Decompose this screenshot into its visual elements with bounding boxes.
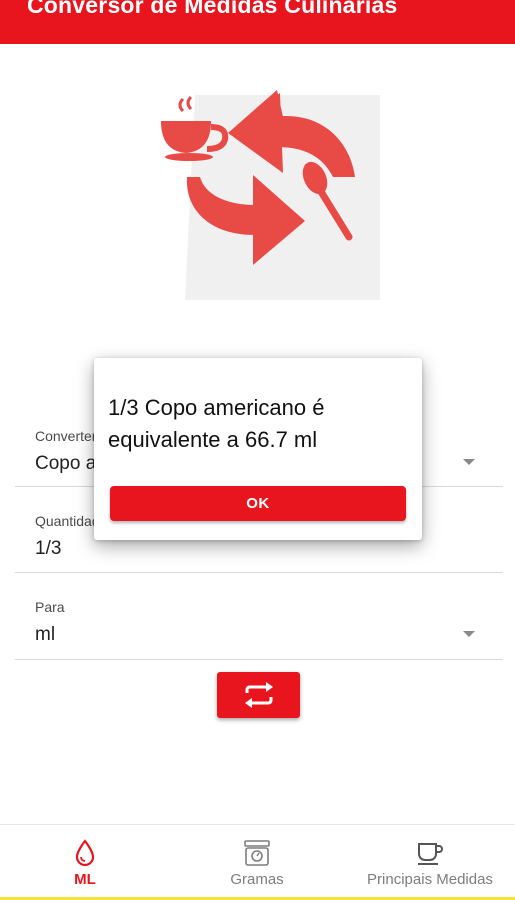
dropdown-arrow-icon[interactable] — [463, 631, 475, 637]
ok-button[interactable]: OK — [110, 486, 406, 521]
swap-icon — [244, 682, 273, 708]
convert-from-value: Copo a — [35, 453, 97, 474]
scale-icon — [242, 838, 272, 868]
dialog-message: 1/3 Copo americano é equivalente a 66.7 … — [108, 395, 325, 452]
nav-label-principais-medidas: Principais Medidas — [367, 871, 493, 888]
bottom-navigation: ML Gramas Principais Medidas — [0, 824, 515, 897]
app-logo — [161, 90, 380, 300]
convert-from-label: Converter — [35, 428, 97, 444]
result-dialog: 1/3 Copo americano é equivalente a 66.7 … — [94, 358, 422, 540]
nav-label-gramas: Gramas — [230, 871, 284, 888]
swap-button[interactable] — [217, 672, 300, 718]
nav-item-gramas[interactable]: Gramas — [212, 825, 302, 895]
cup-icon — [416, 838, 444, 868]
app-bar: Conversor de Medidas Culinárias — [0, 0, 515, 44]
nav-label-ml: ML — [74, 871, 96, 888]
nav-item-principais-medidas[interactable]: Principais Medidas — [355, 825, 505, 895]
drop-icon — [74, 838, 96, 868]
dropdown-arrow-icon[interactable] — [463, 459, 475, 465]
convert-to-select[interactable]: Para ml — [15, 574, 503, 660]
app-screen: Conversor de Medidas Culinárias Converte… — [0, 0, 515, 900]
convert-to-label: Para — [35, 599, 65, 615]
convert-to-value: ml — [35, 624, 56, 645]
nav-item-ml[interactable]: ML — [45, 825, 125, 895]
quantity-value: 1/3 — [35, 538, 62, 559]
app-title: Conversor de Medidas Culinárias — [27, 0, 398, 18]
